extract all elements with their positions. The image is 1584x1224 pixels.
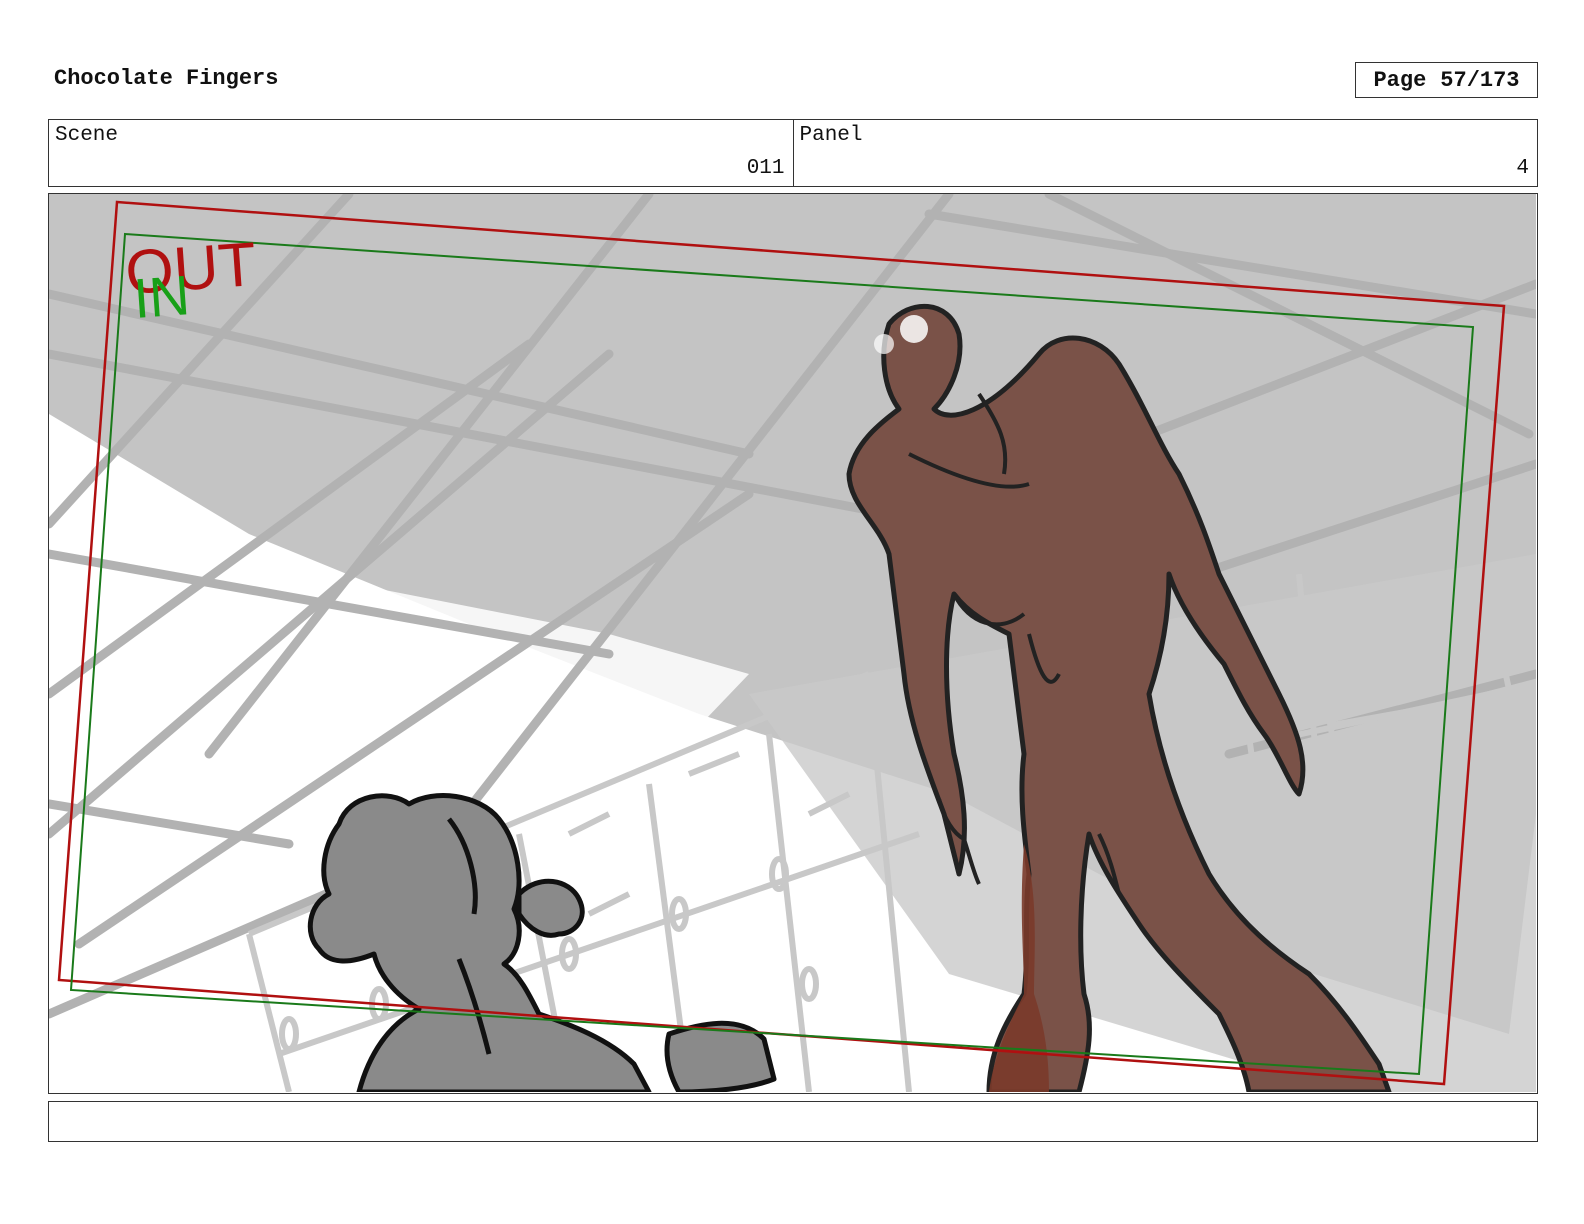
scene-number: 011 [746,157,785,180]
storyboard-drawing: OUT IN [49,194,1536,1092]
page-label: Page [1373,67,1427,93]
scene-cell: Scene 011 [49,120,793,186]
panel-cell: Panel 4 [792,120,1538,186]
in-frame-label: IN [131,263,191,330]
panel-label: Panel [799,124,863,147]
creature-eye-glow [900,315,928,343]
scene-label: Scene [55,124,119,147]
document-title: Chocolate Fingers [54,66,279,91]
scene-panel-info: Scene 011 Panel 4 [48,119,1538,187]
storyboard-panel: OUT IN [48,193,1538,1094]
creature-eye-glow-2 [874,334,894,354]
caption-box [48,1101,1538,1142]
page-indicator: Page 57/173 [1355,62,1538,98]
page-number: 57/173 [1440,67,1520,93]
panel-number: 4 [1516,157,1529,180]
